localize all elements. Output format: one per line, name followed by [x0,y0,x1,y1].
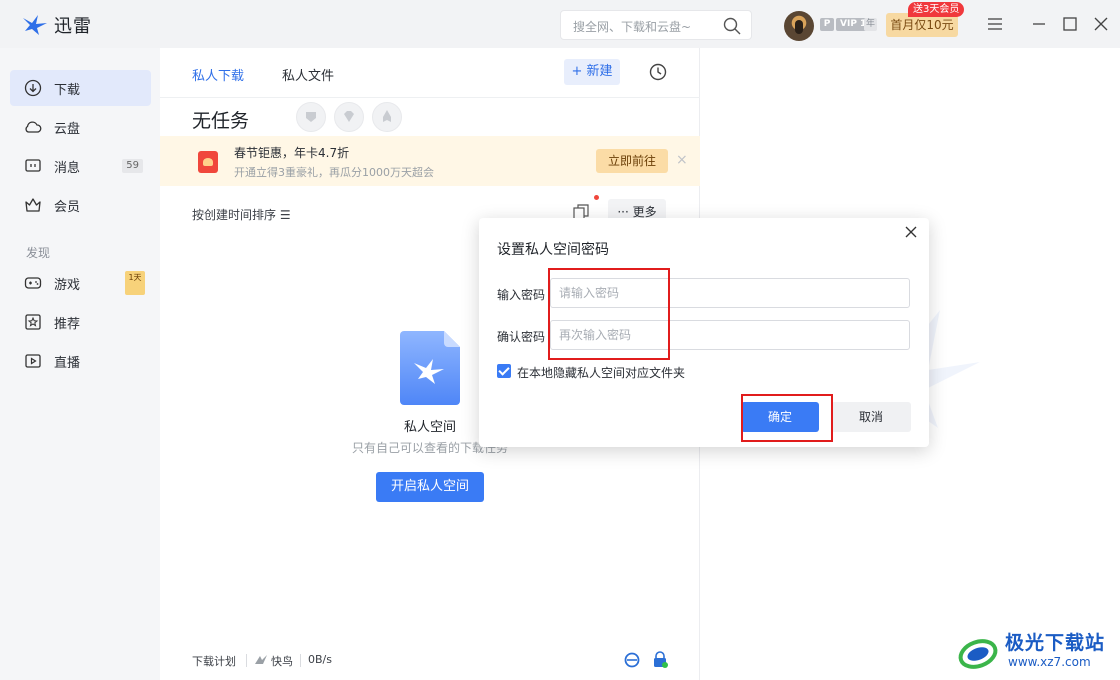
user-avatar[interactable] [784,11,814,41]
sidebar-item-label: 云盘 [54,122,81,137]
search-placeholder: 搜全网、下载和云盘~ [573,20,692,34]
download-plan-link[interactable]: 下载计划 [192,653,236,669]
menu-icon[interactable] [987,16,1003,32]
red-envelope-icon [198,151,218,173]
highlight-confirm-button [741,394,833,442]
banner-go-button[interactable]: 立即前往 [596,149,668,173]
promo-banner: 春节钜惠，年卡4.7折 开通立得3重豪礼，再瓜分1000万天超会 立即前往 × [160,136,700,186]
gamepad-icon [24,277,42,289]
app-logo: 迅雷 [22,12,92,38]
close-icon[interactable] [1093,16,1109,32]
sidebar-item-message[interactable]: 消息 59 [10,148,151,184]
hide-folder-label[interactable]: 在本地隐藏私人空间对应文件夹 [517,364,685,381]
star-icon [25,314,41,330]
sidebar-item-live[interactable]: 直播 [10,343,151,379]
lock-icon[interactable] [652,651,668,668]
year-badge: 年 [864,18,877,31]
banner-close-icon[interactable]: × [676,152,688,168]
sidebar-item-member[interactable]: 会员 [10,187,151,223]
hide-folder-checkbox[interactable] [497,364,511,378]
message-icon [25,159,41,172]
game-badge-text: 1天 [128,273,142,282]
sidebar: 下载 云盘 消息 59 会员 发现 游戏 1天 推荐 直播 [0,48,160,680]
set-password-dialog: 设置私人空间密码 输入密码 确认密码 在本地隐藏私人空间对应文件夹 确定 取消 [479,218,929,447]
sort-dropdown[interactable]: 按创建时间排序 ☰ [192,206,291,223]
footer-divider [300,654,301,667]
promo-tag: 送3天会员 [908,2,965,17]
bird-speed-icon [255,655,267,664]
title-bar: 迅雷 搜全网、下载和云盘~ P VIP 1 年 首月仅10元 送3天会员 [0,0,1120,48]
banner-subtitle: 开通立得3重豪礼，再瓜分1000万天超会 [234,166,434,179]
tab-private-files[interactable]: 私人文件 [282,65,334,84]
private-space-file-icon [400,331,460,405]
sidebar-item-download[interactable]: 下载 [10,70,151,106]
thunder-bird-icon [23,15,47,35]
search-box[interactable]: 搜全网、下载和云盘~ [560,10,752,40]
sidebar-item-label: 下载 [54,83,81,98]
maximize-icon[interactable] [1062,16,1078,32]
sidebar-item-label: 会员 [54,200,81,215]
tab-private-download[interactable]: 私人下载 [192,65,244,84]
browser-icon[interactable] [624,652,640,668]
sidebar-item-label: 推荐 [54,317,81,332]
notification-dot [594,195,599,200]
badge-p: P [820,18,834,31]
tab-divider [160,97,700,98]
cloud-icon [25,121,42,133]
open-private-space-button[interactable]: 开启私人空间 [376,472,484,502]
highlight-password-fields [548,268,670,360]
sidebar-item-recommend[interactable]: 推荐 [10,304,151,340]
status-bar: 下载计划 快鸟 0B/s [160,646,700,676]
site-watermark-url: www.xz7.com [1008,655,1091,669]
banner-title: 春节钜惠，年卡4.7折 [234,146,350,160]
diamond-icon[interactable] [334,102,364,132]
crown-icon [25,198,41,212]
minimize-icon[interactable] [1031,16,1047,32]
shield-icon[interactable] [296,102,326,132]
game-promo-badge: 1天 [125,271,145,295]
search-icon[interactable] [723,17,741,35]
footer-divider [246,654,247,667]
sidebar-item-label: 游戏 [54,278,81,293]
confirm-password-label: 确认密码 [497,330,546,344]
sidebar-item-label: 直播 [54,356,81,371]
history-icon[interactable] [648,62,668,82]
site-watermark-name: 极光下载站 [1005,632,1106,654]
rocket-icon[interactable] [372,102,402,132]
dialog-title: 设置私人空间密码 [497,242,609,258]
download-speed: 0B/s [308,653,332,666]
discover-section-title: 发现 [26,246,51,260]
no-task-title: 无任务 [192,110,250,132]
download-icon [24,79,42,97]
sidebar-item-game[interactable]: 游戏 1天 [10,265,151,301]
speed-mode-label[interactable]: 快鸟 [271,653,293,669]
password-label: 输入密码 [497,288,546,302]
dialog-close-icon[interactable] [903,224,919,240]
cancel-button[interactable]: 取消 [831,402,911,432]
sidebar-item-label: 消息 [54,161,81,176]
new-task-button[interactable]: + 新建 [564,59,620,85]
live-icon [25,354,41,368]
message-count-badge: 59 [122,159,143,173]
app-title: 迅雷 [54,16,92,37]
sidebar-item-cloud[interactable]: 云盘 [10,109,151,145]
